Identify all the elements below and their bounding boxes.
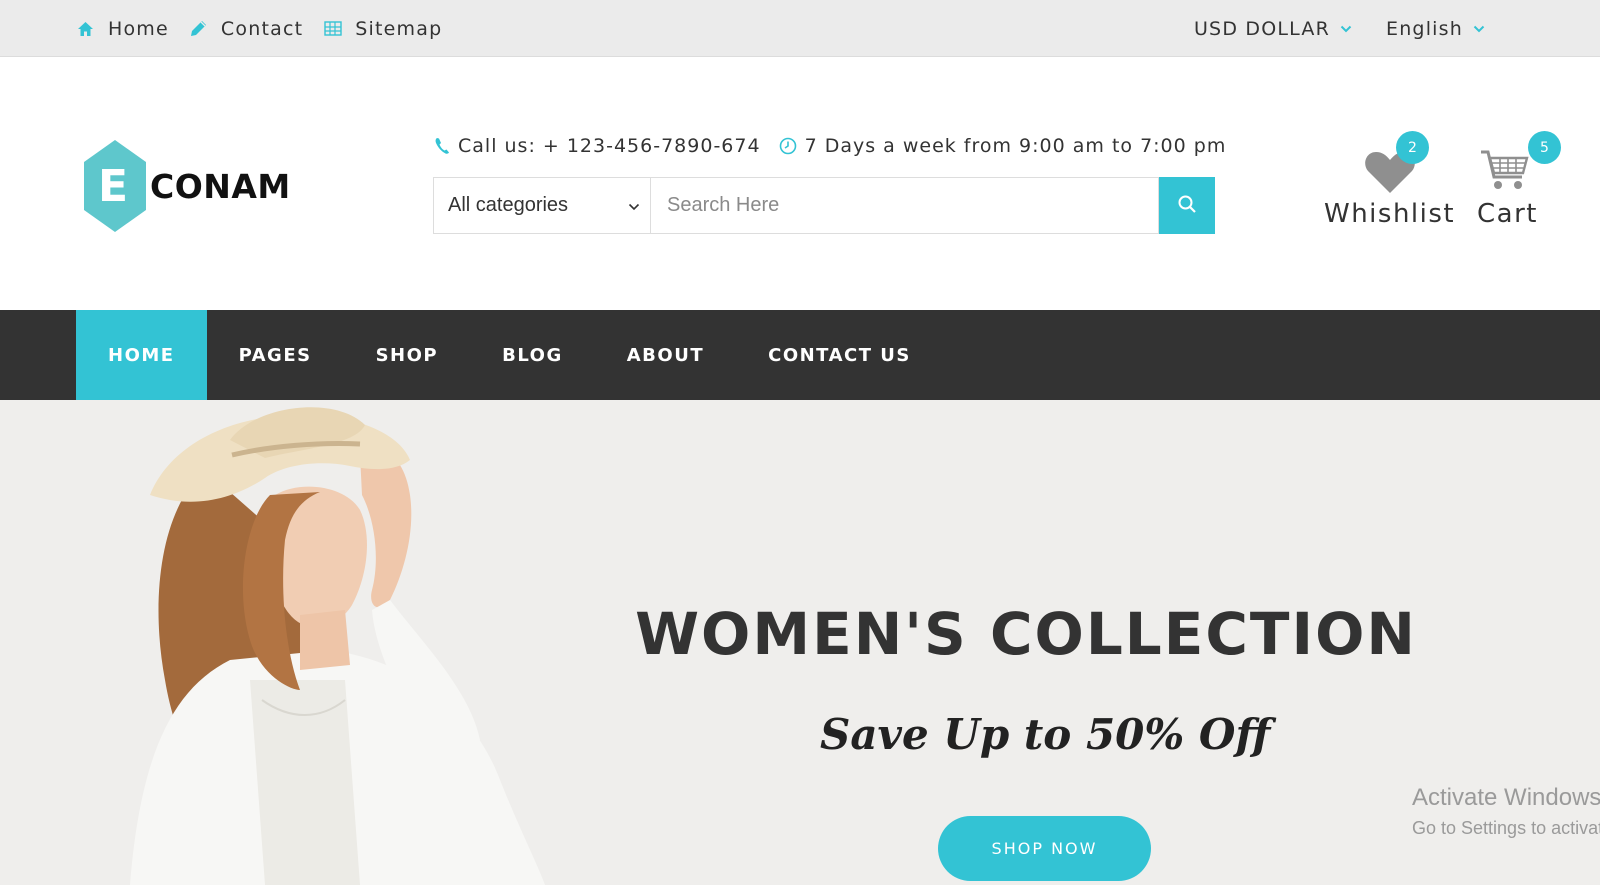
hero-title: WOMEN'S COLLECTION [635, 600, 1417, 668]
hero-subtitle: Save Up to 50% Off [820, 710, 1271, 759]
nav-item-home[interactable]: HOME [76, 310, 207, 400]
chevron-down-icon [1473, 25, 1485, 33]
wishlist-label: Whishlist [1324, 199, 1456, 229]
watermark-title: Activate Windows [1412, 784, 1600, 811]
hours-text: 7 Days a week from 9:00 am to 7:00 pm [804, 135, 1227, 157]
cart-icon [1480, 149, 1530, 195]
sitemap-icon [323, 19, 342, 38]
logo-text: CONAM [150, 166, 291, 206]
currency-value: USD DOLLAR [1193, 17, 1330, 40]
language-value: English [1385, 17, 1463, 40]
logo-letter: E [97, 160, 129, 212]
nav-items: HOME PAGES SHOP BLOG ABOUT CONTACT US [76, 310, 943, 400]
phone-text: Call us: + 123-456-7890-674 [458, 135, 761, 157]
search-icon [1177, 194, 1197, 217]
top-link-home-label: Home [108, 17, 169, 40]
hero-banner: WOMEN'S COLLECTION Save Up to 50% Off SH… [0, 400, 1600, 885]
top-link-sitemap[interactable]: Sitemap [323, 18, 442, 40]
site-logo[interactable]: E CONAM [82, 138, 297, 234]
search-input[interactable] [651, 177, 1159, 234]
watermark-subtitle: Go to Settings to activate Windows. [1412, 818, 1600, 838]
top-right: USD DOLLAR English [1160, 0, 1485, 57]
category-select[interactable]: All categories [433, 177, 651, 234]
home-icon [76, 19, 95, 38]
cart-count-badge: 5 [1528, 131, 1561, 164]
pencil-icon [189, 19, 208, 38]
top-bar: Home Contact Sitemap USD DOLLAR English [0, 0, 1600, 57]
top-link-home[interactable]: Home [76, 18, 169, 40]
shop-now-button[interactable]: SHOP NOW [938, 816, 1151, 881]
chevron-down-icon [628, 194, 640, 217]
phone-icon [434, 137, 450, 155]
search-bar: All categories [433, 177, 1215, 234]
clock-icon [779, 137, 797, 155]
cart-label: Cart [1477, 199, 1538, 229]
language-dropdown[interactable]: English [1386, 18, 1485, 40]
top-links: Home Contact Sitemap [76, 0, 462, 57]
activate-windows-watermark: Activate Windows Go to Settings to activ… [1412, 784, 1600, 839]
nav-item-shop[interactable]: SHOP [344, 310, 471, 400]
chevron-down-icon [1340, 25, 1352, 33]
wishlist-button[interactable]: 2 Whishlist [1324, 131, 1456, 231]
currency-dropdown[interactable]: USD DOLLAR [1194, 18, 1352, 40]
hero-model-image [130, 407, 545, 885]
main-nav: HOME PAGES SHOP BLOG ABOUT CONTACT US [0, 310, 1600, 400]
nav-item-blog[interactable]: BLOG [470, 310, 595, 400]
wishlist-count-badge: 2 [1396, 131, 1429, 164]
nav-item-about[interactable]: ABOUT [595, 310, 736, 400]
cart-button[interactable]: 5 Cart [1472, 131, 1572, 231]
logo-hexagon: E [82, 138, 148, 234]
nav-item-contact-us[interactable]: CONTACT US [736, 310, 943, 400]
search-button[interactable] [1159, 177, 1215, 234]
contact-info: Call us: + 123-456-7890-674 7 Days a wee… [434, 131, 1226, 161]
top-link-contact-label: Contact [220, 17, 304, 40]
category-value: All categories [448, 194, 569, 216]
top-link-sitemap-label: Sitemap [355, 17, 443, 40]
top-link-contact[interactable]: Contact [189, 18, 303, 40]
nav-item-pages[interactable]: PAGES [207, 310, 344, 400]
